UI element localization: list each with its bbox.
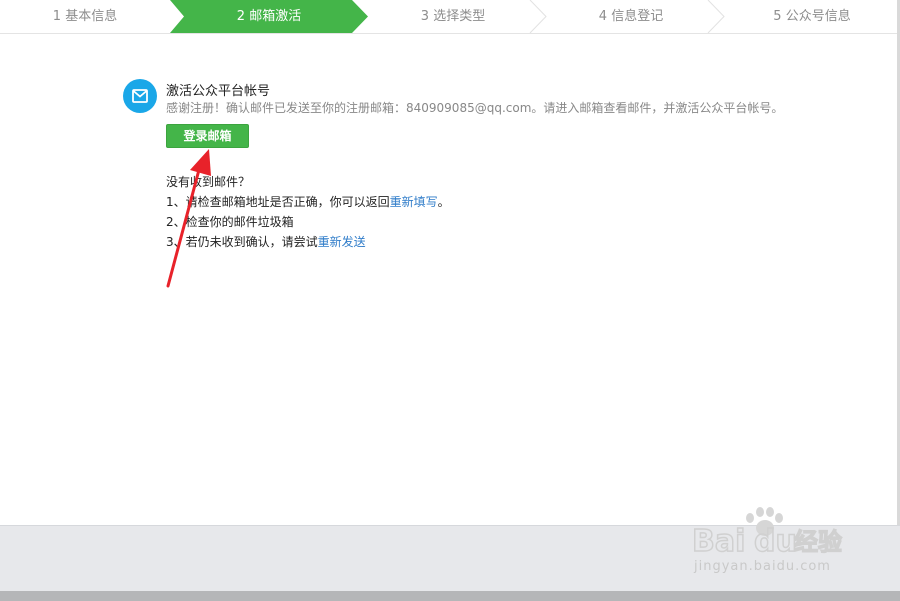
svg-text:经验: 经验 [794, 528, 842, 556]
help-item-1-text: 1、请检查邮箱地址是否正确，你可以返回 [166, 195, 390, 209]
activation-description: 感谢注册！确认邮件已发送至你的注册邮箱：840909085@qq.com。请进入… [166, 101, 784, 115]
step-5-account-info: 5 公众号信息 [773, 9, 851, 24]
footer-bottom-bar [0, 591, 900, 601]
svg-text:du: du [754, 524, 797, 559]
help-item-3: 3、若仍未收到确认，请尝试重新发送 [166, 232, 450, 252]
login-email-button[interactable]: 登录邮箱 [166, 124, 249, 148]
help-section: 没有收到邮件？ 1、请检查邮箱地址是否正确，你可以返回重新填写。 2、检查你的邮… [166, 172, 450, 252]
help-item-1-end: 。 [437, 195, 450, 209]
mail-icon [123, 79, 157, 113]
step-progress-bar: 1 基本信息 2 邮箱激活 3 选择类型 4 信息登记 5 公众号信息 [0, 0, 900, 34]
activation-title: 激活公众平台帐号 [166, 84, 271, 99]
help-item-2: 2、检查你的邮件垃圾箱 [166, 215, 294, 229]
help-item-3-text: 3、若仍未收到确认，请尝试 [166, 235, 318, 249]
step-4-info-registration: 4 信息登记 [598, 9, 664, 24]
watermark-url: jingyan.baidu.com [694, 559, 831, 574]
help-heading: 没有收到邮件？ [166, 175, 251, 189]
resend-link[interactable]: 重新发送 [318, 235, 366, 249]
step-1-basic-info: 1 基本信息 [52, 9, 118, 24]
svg-text:Bai: Bai [692, 524, 745, 559]
step-2-email-activation: 2 邮箱激活 [236, 9, 302, 24]
refill-link[interactable]: 重新填写 [390, 195, 438, 209]
help-item-1: 1、请检查邮箱地址是否正确，你可以返回重新填写。 [166, 192, 450, 212]
step-3-select-type: 3 选择类型 [420, 9, 486, 24]
